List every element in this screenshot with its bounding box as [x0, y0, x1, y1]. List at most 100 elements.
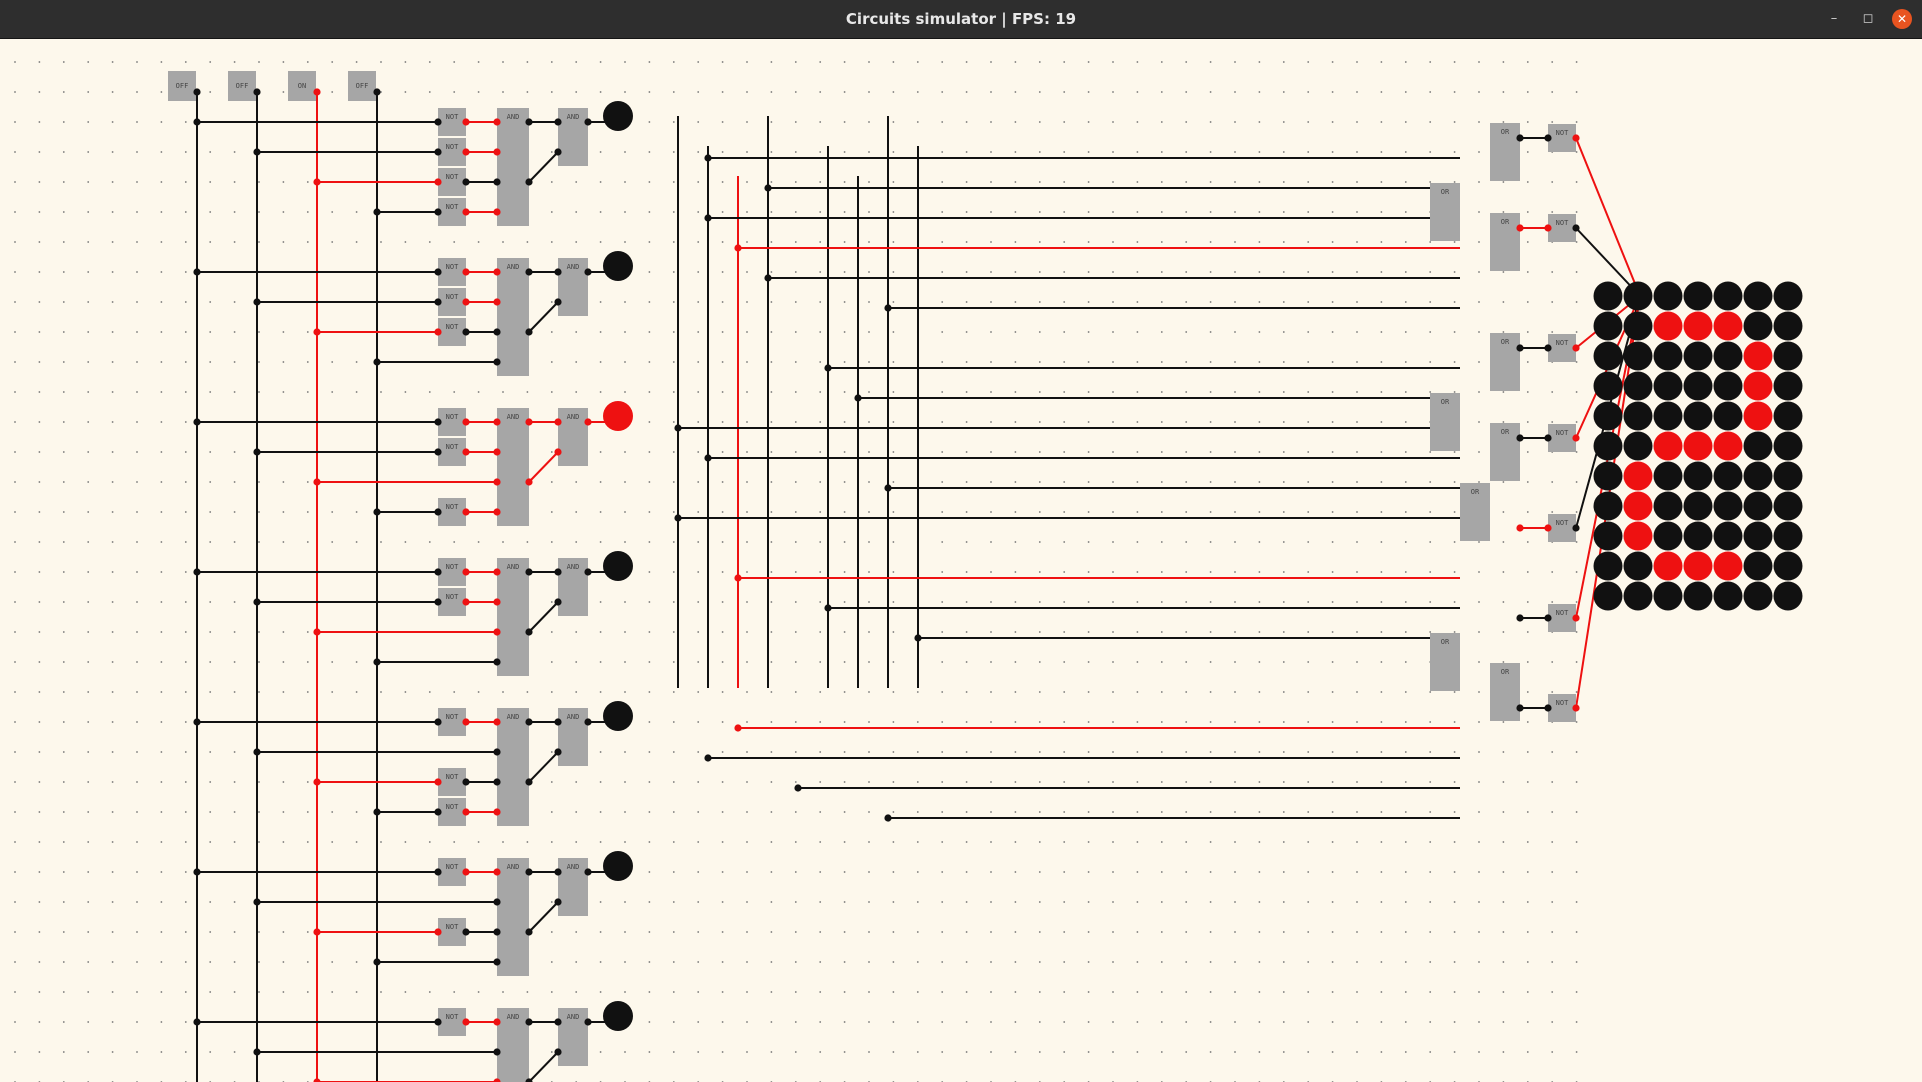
grid-dot — [1356, 751, 1358, 753]
grid-dot — [1160, 781, 1163, 783]
and-gate-4[interactable] — [497, 558, 529, 676]
grid-dot — [136, 691, 138, 693]
pin — [554, 1048, 562, 1056]
grid-dot — [672, 61, 675, 63]
grid-dot — [575, 541, 578, 543]
grid-dot — [1234, 811, 1236, 813]
grid-dot — [38, 541, 41, 543]
grid-dot — [1526, 301, 1529, 303]
grid-dot — [209, 631, 212, 633]
grid-dot — [746, 151, 748, 153]
grid-dot — [1380, 241, 1383, 243]
grid-dot — [721, 481, 724, 483]
grid-dot — [1014, 121, 1017, 123]
display-pixel — [1773, 401, 1803, 431]
grid-dot — [550, 631, 553, 633]
grid-dot — [1136, 571, 1139, 573]
grid-dot — [1331, 361, 1334, 363]
grid-dot — [1380, 811, 1383, 813]
grid-dot — [624, 811, 626, 813]
grid-dot — [599, 451, 602, 453]
and-gate-6[interactable] — [497, 858, 529, 976]
grid-dot — [892, 151, 895, 153]
grid-dot — [770, 361, 773, 363]
grid-dot — [1185, 331, 1188, 333]
grid-dot — [843, 361, 846, 363]
and-gate-3[interactable] — [497, 408, 529, 526]
grid-dot — [282, 481, 285, 483]
and-gate-4-label: AND — [507, 563, 520, 571]
and-gate-1[interactable] — [497, 108, 529, 226]
grid-dot — [331, 211, 334, 213]
grid-dot — [1331, 601, 1334, 603]
grid-dot — [62, 931, 65, 933]
grid-dot — [1282, 301, 1285, 303]
grid-dot — [1478, 391, 1480, 393]
grid-dot — [941, 931, 944, 933]
grid-dot — [209, 361, 212, 363]
grid-dot — [1087, 451, 1090, 453]
grid-dot — [111, 571, 114, 573]
grid-dot — [282, 331, 285, 333]
grid-dot — [1087, 121, 1090, 123]
grid-dot — [624, 541, 626, 543]
grid-dot — [1234, 781, 1236, 783]
grid-dot — [233, 781, 236, 783]
grid-dot — [258, 841, 260, 843]
grid-dot — [1258, 991, 1261, 993]
grid-dot — [599, 691, 602, 693]
grid-dot — [794, 541, 797, 543]
grid-dot — [1258, 391, 1261, 393]
grid-dot — [965, 241, 968, 243]
grid-dot — [136, 271, 138, 273]
grid-dot — [672, 421, 675, 423]
and-gate-2[interactable] — [497, 258, 529, 376]
grid-dot — [599, 391, 602, 393]
grid-dot — [306, 391, 309, 393]
grid-dot — [965, 901, 968, 903]
grid-dot — [38, 1021, 41, 1023]
grid-dot — [990, 631, 992, 633]
grid-dot — [1014, 61, 1017, 63]
pin — [313, 1078, 321, 1082]
maximize-button[interactable]: ◻ — [1858, 9, 1878, 29]
grid-dot — [1404, 61, 1407, 63]
grid-dot — [599, 481, 602, 483]
close-button[interactable]: ✕ — [1892, 9, 1912, 29]
grid-dot — [1234, 1051, 1236, 1053]
grid-dot — [892, 451, 895, 453]
grid-dot — [160, 931, 163, 933]
grid-dot — [1234, 991, 1236, 993]
grid-dot — [1404, 421, 1407, 423]
grid-dot — [453, 991, 456, 993]
grid-dot — [477, 841, 480, 843]
grid-dot — [453, 61, 456, 63]
display-pixel — [1743, 491, 1773, 521]
minimize-button[interactable]: – — [1824, 9, 1844, 29]
grid-dot — [282, 781, 285, 783]
grid-dot — [111, 361, 114, 363]
and-gate-5[interactable] — [497, 708, 529, 826]
grid-dot — [62, 331, 65, 333]
grid-dot — [184, 1021, 187, 1023]
grid-dot — [1063, 331, 1066, 333]
grid-dot — [843, 241, 846, 243]
grid-dot — [1063, 781, 1066, 783]
grid-dot — [258, 781, 260, 783]
grid-dot — [1038, 961, 1041, 963]
circuit-canvas[interactable]: OFF OFF ON OFFNOTNOTNOTNOTAND ANDNOTNOTNOTAN… — [0, 38, 1922, 1082]
grid-dot — [794, 451, 797, 453]
grid-dot — [770, 691, 773, 693]
grid-dot — [794, 211, 797, 213]
grid-dot — [1429, 1021, 1432, 1023]
title-bar[interactable]: Circuits simulator | FPS: 19 – ◻ ✕ — [0, 0, 1922, 39]
display-pixel — [1593, 581, 1623, 611]
pin — [584, 718, 592, 726]
grid-dot — [1087, 541, 1090, 543]
display-pixel — [1593, 431, 1623, 461]
display-pixel — [1743, 461, 1773, 491]
grid-dot — [1258, 691, 1261, 693]
grid-dot — [1112, 751, 1114, 753]
grid-dot — [1404, 391, 1407, 393]
grid-dot — [1112, 151, 1114, 153]
